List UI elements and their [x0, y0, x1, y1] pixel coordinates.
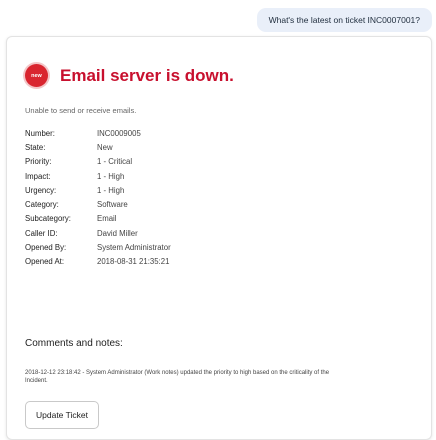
- field-label: Caller ID:: [25, 228, 58, 238]
- field-value: New: [97, 142, 113, 152]
- field-label: Impact:: [25, 171, 51, 181]
- new-status-label: new: [31, 72, 42, 79]
- field-value: Software: [97, 200, 128, 210]
- field-row-priority: Priority: 1 - Critical: [25, 155, 171, 169]
- field-label: State:: [25, 142, 46, 152]
- field-value: 2018-08-31 21:35:21: [97, 257, 170, 267]
- field-row-opened-by: Opened By: System Administrator: [25, 240, 171, 254]
- incident-fields: Number: INC0009005 State: New Priority: …: [25, 126, 171, 269]
- comments-heading: Comments and notes:: [25, 338, 123, 349]
- field-value: Email: [97, 214, 117, 224]
- field-value: David Miller: [97, 228, 138, 238]
- field-value: System Administrator: [97, 243, 171, 253]
- field-value: 1 - High: [97, 171, 125, 181]
- field-row-category: Category: Software: [25, 197, 171, 211]
- field-row-subcategory: Subcategory: Email: [25, 212, 171, 226]
- comment-entry: 2018-12-12 23:18:42 - System Administrat…: [25, 370, 330, 384]
- field-label: Opened At:: [25, 257, 65, 267]
- user-message-bubble: What's the latest on ticket INC0007001?: [256, 8, 432, 32]
- field-label: Category:: [25, 200, 59, 210]
- field-label: Number:: [25, 128, 55, 138]
- field-row-number: Number: INC0009005: [25, 126, 171, 140]
- field-row-state: State: New: [25, 140, 171, 154]
- field-value: 1 - High: [97, 185, 125, 195]
- field-label: Priority:: [25, 157, 52, 167]
- field-row-impact: Impact: 1 - High: [25, 169, 171, 183]
- field-row-opened-at: Opened At: 2018-08-31 21:35:21: [25, 255, 171, 269]
- field-label: Subcategory:: [25, 214, 71, 224]
- new-status-icon: new: [25, 64, 48, 87]
- field-label: Urgency:: [25, 185, 57, 195]
- incident-description: Unable to send or receive emails.: [25, 106, 137, 115]
- incident-header: new Email server is down.: [25, 64, 234, 87]
- incident-card: new Email server is down. Unable to send…: [6, 36, 432, 440]
- field-value: 1 - Critical: [97, 157, 133, 167]
- user-message-text: What's the latest on ticket INC0007001?: [268, 15, 420, 25]
- field-row-caller-id: Caller ID: David Miller: [25, 226, 171, 240]
- field-row-urgency: Urgency: 1 - High: [25, 183, 171, 197]
- field-value: INC0009005: [97, 128, 141, 138]
- field-label: Opened By:: [25, 243, 67, 253]
- update-ticket-button[interactable]: Update Ticket: [25, 401, 99, 429]
- incident-title: Email server is down.: [60, 65, 234, 85]
